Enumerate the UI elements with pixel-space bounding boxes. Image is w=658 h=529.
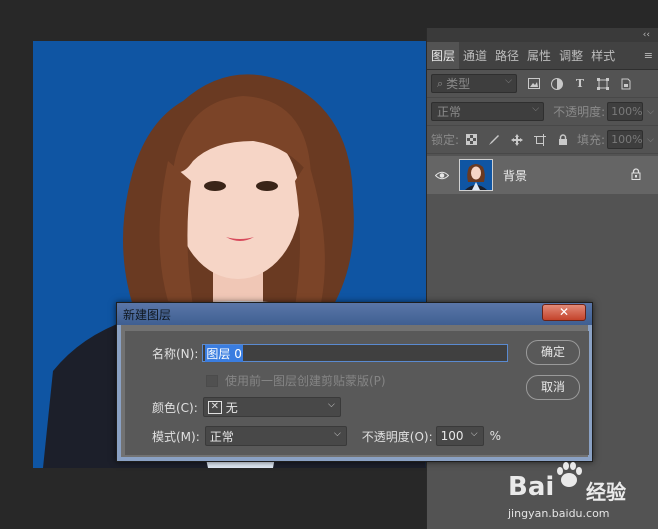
color-row: 颜色(C): ✕ 无 ⌵ [152, 397, 341, 417]
adjustment-filter-icon[interactable] [551, 77, 563, 90]
dialog-titlebar[interactable]: 新建图层 ✕ [117, 303, 592, 325]
cancel-button[interactable]: 取消 [526, 375, 580, 400]
no-color-icon: ✕ [207, 400, 222, 414]
close-button[interactable]: ✕ [542, 304, 586, 321]
chevron-down-icon[interactable]: ⌵ [647, 135, 654, 145]
close-icon: ✕ [558, 305, 570, 319]
lock-position-icon[interactable] [511, 133, 524, 146]
chevron-down-icon: ⌵ [532, 104, 540, 114]
name-label: 名称(N): [152, 346, 199, 361]
artboard-lock-icon[interactable] [534, 133, 547, 146]
image-filter-icon[interactable] [528, 78, 540, 90]
panel-menu-icon[interactable]: ≡ [639, 42, 658, 69]
mode-row: 模式(M): 正常 ⌵ 不透明度(O): 100 ⌵ % [152, 426, 501, 446]
type-filter-icon[interactable]: T [574, 77, 586, 90]
lock-row: 锁定: 填充: 100% ⌵ [427, 126, 658, 154]
chevron-down-icon[interactable]: ⌵ [471, 429, 478, 439]
opacity-input[interactable]: 100% [607, 102, 644, 121]
tab-channels[interactable]: 通道 [459, 42, 491, 69]
opacity-unit: % [489, 429, 502, 443]
tab-layers[interactable]: 图层 [427, 42, 460, 69]
new-layer-dialog: 新建图层 ✕ 名称(N): 图层 0 使用前一图层创建剪贴蒙版(P) 颜色(C)… [116, 302, 593, 462]
layer-name-value: 图层 0 [205, 344, 243, 362]
layer-filter-row: ⌕ 类型 ⌵ T [427, 70, 658, 98]
search-icon: ⌕ [437, 76, 444, 90]
dialog-content: 名称(N): 图层 0 使用前一图层创建剪贴蒙版(P) 颜色(C): ✕ 无 ⌵… [125, 331, 589, 455]
tab-paths[interactable]: 路径 [491, 42, 523, 69]
panel-tabs: 图层 通道 路径 属性 调整 样式 ≡ [427, 42, 658, 70]
chevron-down-icon: ⌵ [505, 76, 512, 86]
lock-label: 锁定: [431, 133, 460, 147]
opacity-input[interactable]: 100 ⌵ [435, 426, 484, 446]
clipping-mask-label: 使用前一图层创建剪贴蒙版(P) [225, 374, 386, 388]
baidu-jingyan-watermark: Bai 经验 jingyan.baidu.com [508, 460, 658, 529]
visibility-eye-icon[interactable] [427, 171, 457, 180]
watermark-logo: Bai [508, 472, 555, 502]
opacity-value: 100 [440, 429, 464, 443]
fill-input[interactable]: 100% [607, 130, 644, 149]
blend-row: 正常 ⌵ 不透明度: 100% ⌵ [427, 98, 658, 126]
chevron-down-icon[interactable]: ⌵ [647, 107, 654, 117]
filter-kind-label: 类型 [446, 77, 471, 91]
panel-topbar: ‹‹ [427, 28, 658, 42]
tab-styles[interactable]: 样式 [587, 42, 619, 69]
lock-image-pixels-icon[interactable] [488, 134, 500, 146]
layer-kind-filter[interactable]: ⌕ 类型 ⌵ [431, 74, 517, 93]
dialog-title: 新建图层 [123, 308, 172, 322]
watermark-logo-tail: 经验 [586, 480, 626, 504]
layer-row-background[interactable]: 背景 [427, 156, 658, 194]
paw-logo-icon [557, 462, 582, 487]
collapse-panel-icon[interactable]: ‹‹ [643, 28, 650, 42]
color-label: 颜色(C): [152, 400, 198, 415]
tab-properties[interactable]: 属性 [523, 42, 555, 69]
lock-transparent-pixels-icon[interactable] [465, 134, 477, 146]
name-row: 名称(N): 图层 0 [152, 344, 509, 362]
smart-object-filter-icon[interactable] [620, 78, 632, 90]
chevron-down-icon: ⌵ [327, 400, 335, 410]
mode-value: 正常 [209, 429, 234, 444]
lock-all-icon[interactable] [557, 133, 569, 146]
layer-name-input[interactable]: 图层 0 [202, 344, 509, 362]
opacity-label: 不透明度: [553, 105, 606, 119]
opacity-label: 不透明度(O): [361, 429, 433, 444]
color-select[interactable]: ✕ 无 ⌵ [202, 397, 341, 417]
mode-select[interactable]: 正常 ⌵ [204, 426, 347, 446]
layer-name[interactable]: 背景 [503, 167, 527, 184]
mode-label: 模式(M): [152, 429, 200, 444]
blend-mode-value: 正常 [437, 105, 462, 119]
color-value: 无 [225, 400, 238, 415]
tab-adjustments[interactable]: 调整 [555, 42, 587, 69]
layer-thumbnail [459, 159, 493, 191]
shape-filter-icon[interactable] [597, 77, 609, 90]
watermark-url: jingyan.baidu.com [508, 507, 610, 520]
dialog-body: 名称(N): 图层 0 使用前一图层创建剪贴蒙版(P) 颜色(C): ✕ 无 ⌵… [117, 325, 592, 461]
clip-row: 使用前一图层创建剪贴蒙版(P) [206, 372, 386, 389]
layer-lock-icon[interactable] [631, 167, 641, 183]
ok-button[interactable]: 确定 [526, 340, 580, 365]
fill-label: 填充: [577, 133, 606, 147]
clipping-mask-checkbox[interactable] [206, 374, 218, 387]
blend-mode-select[interactable]: 正常 ⌵ [431, 102, 545, 121]
chevron-down-icon: ⌵ [333, 429, 341, 439]
